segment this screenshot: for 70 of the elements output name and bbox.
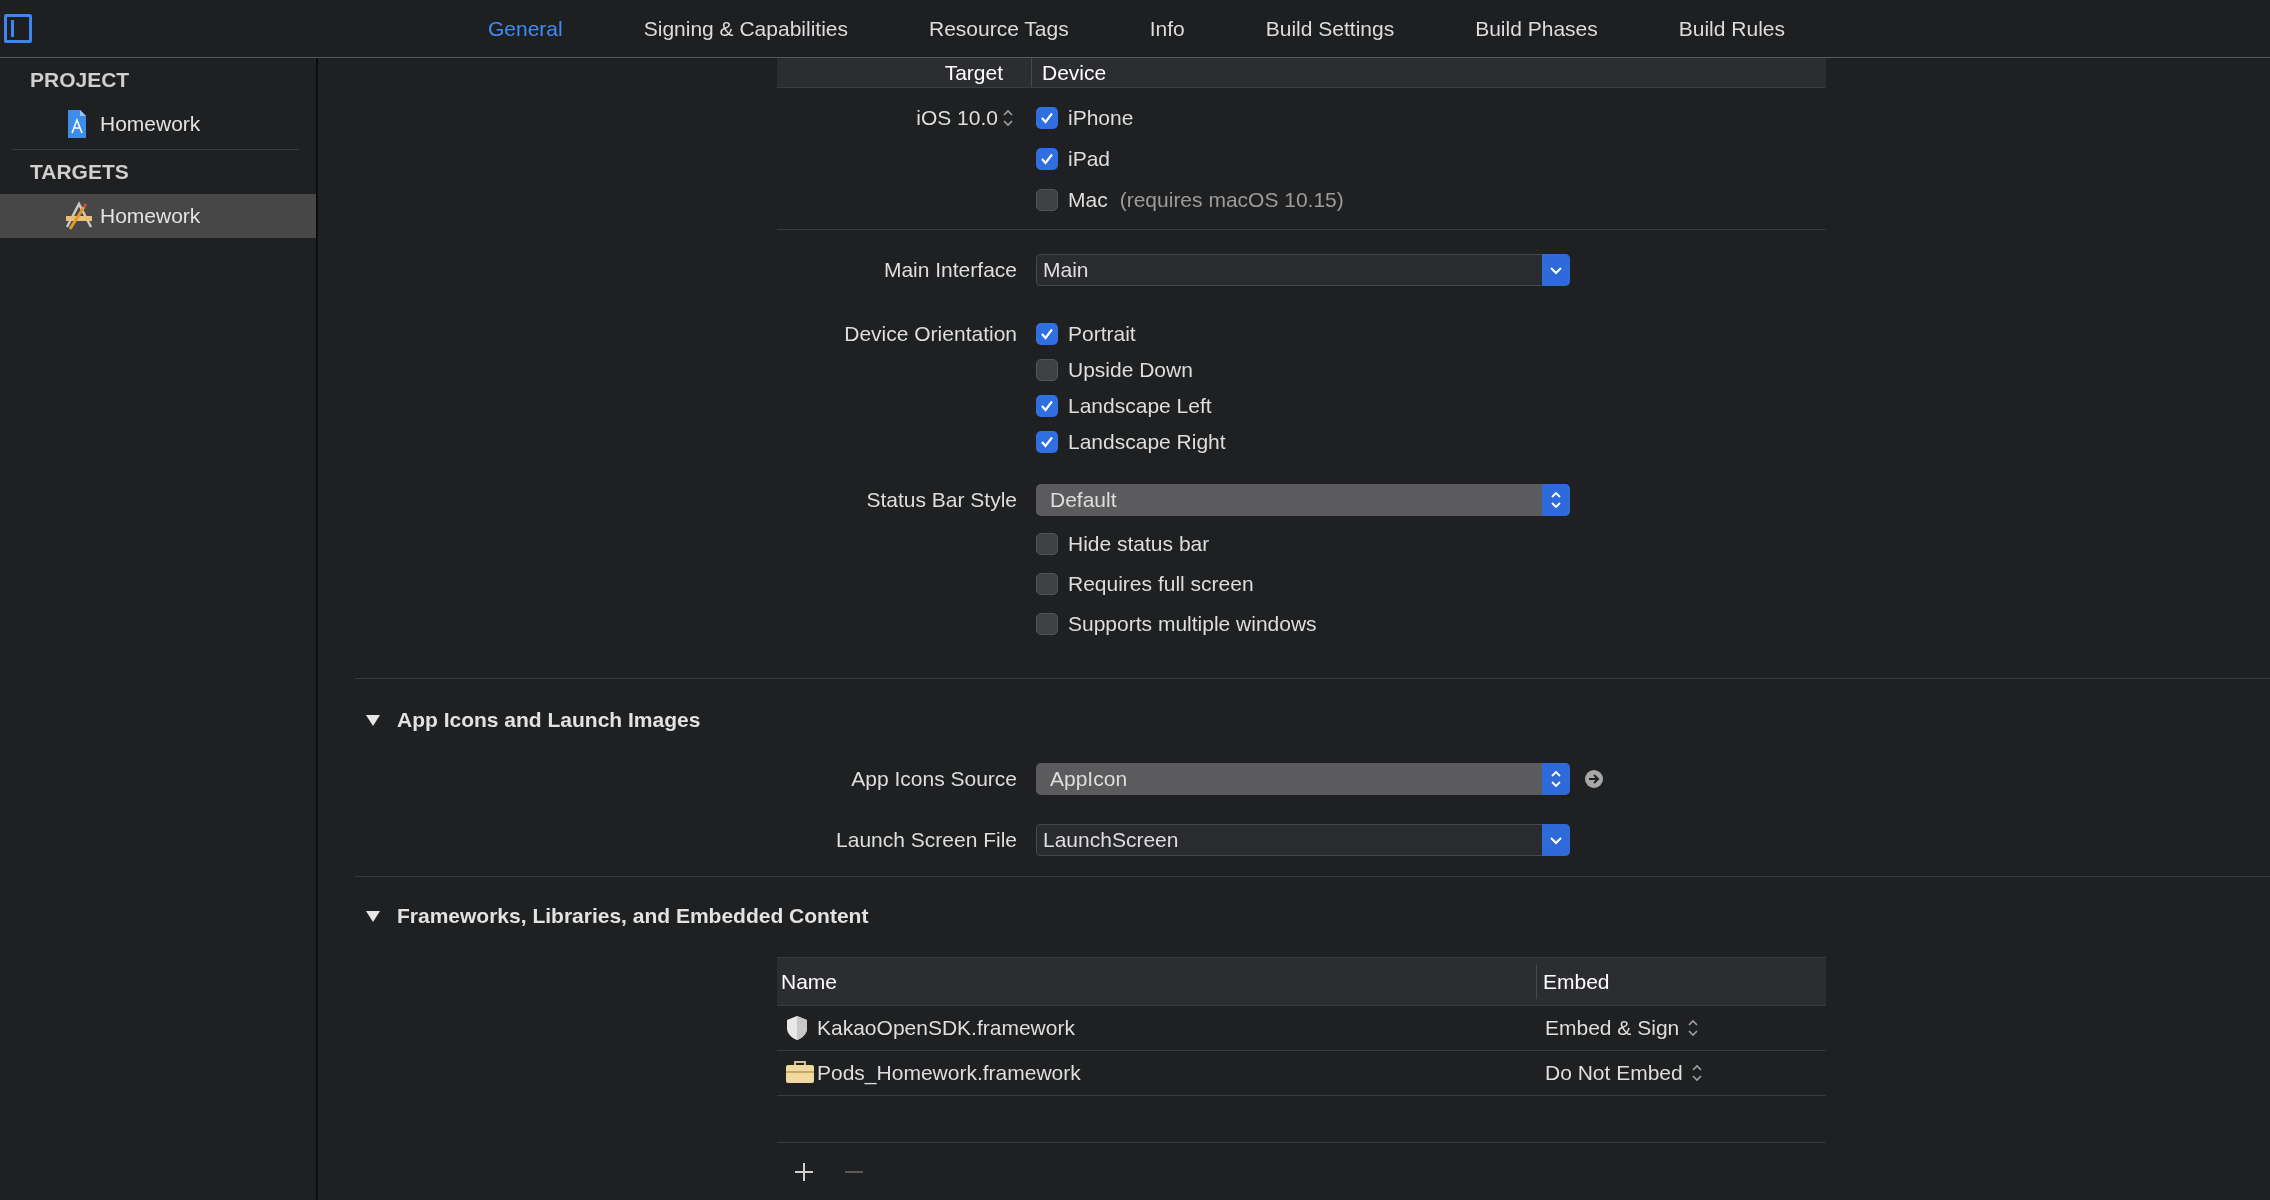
chevron-down-icon <box>1549 264 1563 276</box>
combo-box[interactable]: Main <box>1036 254 1570 286</box>
checkbox-label: Landscape Right <box>1068 430 1226 454</box>
checkbox[interactable] <box>1036 573 1058 595</box>
checkbox-label: iPhone <box>1068 105 1134 130</box>
field-label: Launch Screen File <box>836 828 1017 852</box>
embed-popup[interactable]: Do Not Embed <box>1545 1061 1703 1085</box>
checkbox-label: Supports multiple windows <box>1068 612 1317 636</box>
disclosure-triangle-icon[interactable] <box>365 712 381 728</box>
dropdown-button[interactable] <box>1542 254 1570 286</box>
chevron-up-down-icon <box>1002 107 1014 128</box>
checkbox[interactable] <box>1036 147 1058 170</box>
chevron-up-down-icon <box>1550 490 1562 510</box>
embed-popup[interactable]: Embed & Sign <box>1545 1016 1700 1040</box>
checkbox[interactable] <box>1036 106 1058 129</box>
checkbox-label: Portrait <box>1068 322 1136 346</box>
disclosure-triangle-icon[interactable] <box>365 908 381 924</box>
column-header: Device <box>1041 60 1107 85</box>
popup-button[interactable]: Default <box>1036 484 1570 516</box>
tab[interactable]: Info <box>1149 16 1185 41</box>
field-label: Device Orientation <box>844 321 1017 347</box>
checkmark-icon <box>1039 398 1055 414</box>
tab[interactable]: Build Settings <box>1265 16 1395 41</box>
checkbox[interactable] <box>1036 533 1058 555</box>
section-title: Frameworks, Libraries, and Embedded Content <box>397 904 869 928</box>
checkbox[interactable] <box>1036 359 1058 381</box>
chevron-down-icon <box>1549 834 1563 846</box>
chevron-up-down-icon <box>1687 1018 1700 1038</box>
checkbox-label: Hide status bar <box>1068 532 1210 556</box>
version-popup[interactable]: iOS 10.0 <box>916 97 1014 138</box>
checkbox[interactable] <box>1036 613 1058 635</box>
chevron-up-down-icon <box>1550 769 1562 789</box>
checkbox-label: Mac <box>1068 187 1108 212</box>
dropdown-button[interactable] <box>1542 824 1570 856</box>
sidebar-item[interactable]: Homework <box>0 102 316 146</box>
column-header: Target <box>777 58 1032 87</box>
field-label: Status Bar Style <box>866 488 1017 512</box>
note-text: (requires macOS 10.15) <box>1119 187 1344 212</box>
tab[interactable]: Signing & Capabilities <box>643 16 848 41</box>
checkmark-icon <box>1039 434 1055 450</box>
tab[interactable]: Build Phases <box>1475 16 1598 41</box>
field-label: Main Interface <box>883 258 1017 282</box>
checkbox-label: Requires full screen <box>1068 572 1254 596</box>
table-cell: KakaoOpenSDK.framework <box>817 1016 1075 1040</box>
chevron-up-down-icon <box>1690 1063 1703 1083</box>
pencil-ruler-icon <box>64 201 94 231</box>
sidebar-group-title: TARGETS <box>29 159 130 185</box>
tab[interactable]: Build Rules <box>1678 16 1785 41</box>
combo-box[interactable]: LaunchScreen <box>1036 824 1570 856</box>
checkbox-label: iPad <box>1068 146 1111 171</box>
checkbox-label: Landscape Left <box>1068 394 1212 418</box>
add-icon[interactable] <box>794 1162 814 1182</box>
tab[interactable]: General <box>488 16 563 41</box>
field-label: App Icons Source <box>851 767 1017 791</box>
sidebar-toggle-icon[interactable] <box>4 14 32 43</box>
column-header: Name <box>777 964 1537 999</box>
checkbox[interactable] <box>1036 395 1058 417</box>
table-cell: Pods_Homework.framework <box>817 1061 1081 1085</box>
checkbox[interactable] <box>1036 431 1058 453</box>
column-header: Embed <box>1542 969 1610 994</box>
checkbox[interactable] <box>1036 323 1058 345</box>
checkbox-label: Upside Down <box>1068 358 1193 382</box>
checkbox[interactable] <box>1036 188 1058 211</box>
arrow-circle-icon[interactable] <box>1584 769 1604 789</box>
section-title: App Icons and Launch Images <box>397 708 701 732</box>
checkmark-icon <box>1039 326 1055 342</box>
tab[interactable]: Resource Tags <box>929 16 1069 41</box>
sidebar-group-title: PROJECT <box>29 67 131 93</box>
popup-button[interactable]: AppIcon <box>1036 763 1570 795</box>
sidebar-item[interactable]: Homework <box>0 194 316 238</box>
